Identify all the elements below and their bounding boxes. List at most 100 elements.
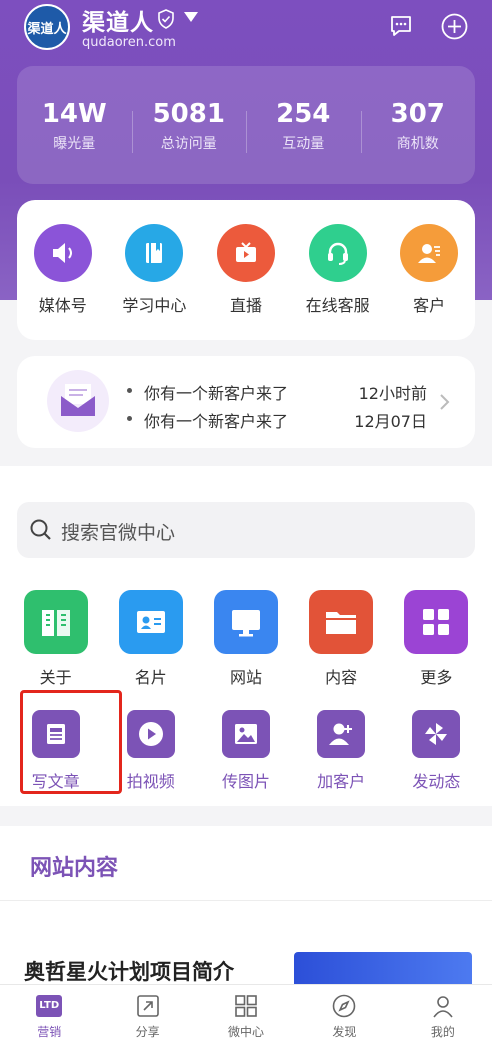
pinwheel-icon	[412, 710, 461, 758]
compass-icon	[333, 994, 356, 1018]
tools-section: 搜索官微中心 关于 名片 网站 内容 更多 写文章 拍视频 传图片 加客户 发动…	[0, 466, 492, 806]
stat-visits[interactable]: 5081 总访问量	[131, 97, 247, 153]
stat-label: 商机数	[396, 136, 439, 152]
article-title[interactable]: 奥哲星火计划项目简介	[24, 956, 234, 986]
tab-label: 分享	[135, 1025, 160, 1039]
folder-icon	[309, 590, 374, 654]
tool-add-customer[interactable]: 加客户	[298, 698, 384, 792]
notice-row: 你有一个新客户来了 12小时前	[127, 380, 427, 404]
mail-icon	[47, 370, 109, 432]
bullet-icon	[127, 388, 132, 393]
customer-icon	[400, 224, 459, 282]
share-icon	[136, 995, 159, 1017]
notice-row: 你有一个新客户来了 12月07日	[127, 408, 427, 432]
quick-label: 客户	[413, 296, 446, 315]
ltd-badge: LTD	[36, 995, 63, 1017]
play-icon	[126, 710, 175, 758]
app-more[interactable]: 更多	[393, 590, 479, 688]
section-title: 网站内容	[30, 856, 119, 881]
tab-label: 微中心	[228, 1025, 265, 1039]
image-icon	[221, 710, 270, 758]
bottom-tab-bar: LTD 营销 分享 微中心 发现 我的	[0, 984, 492, 1044]
stat-label: 总访问量	[160, 136, 217, 152]
search-icon	[30, 519, 51, 540]
app-about[interactable]: 关于	[13, 590, 99, 688]
app-label: 网站	[229, 668, 262, 687]
tab-label: 我的	[430, 1025, 455, 1039]
quick-label: 媒体号	[38, 296, 87, 315]
avatar-text: 渠道人	[27, 21, 67, 37]
app-grid: 关于 名片 网站 内容 更多	[0, 590, 492, 688]
quick-item-customer[interactable]: 客户	[386, 224, 472, 340]
brand-name[interactable]: 渠道人	[82, 3, 154, 37]
ltd-icon: LTD	[36, 993, 63, 1019]
dropdown-triangle-icon[interactable]	[184, 12, 198, 22]
notification-card[interactable]: 你有一个新客户来了 12小时前 你有一个新客户来了 12月07日	[17, 356, 475, 448]
grid-icon	[404, 590, 469, 654]
quick-label: 学习中心	[122, 296, 187, 315]
tab-marketing[interactable]: LTD 营销	[0, 985, 98, 1044]
tab-label: 营销	[37, 1025, 62, 1039]
monitor-icon	[213, 590, 278, 654]
quick-menu-card: 媒体号 学习中心 直播 在线客服 客户	[17, 200, 475, 340]
app-label: 内容	[325, 668, 358, 687]
tv-icon	[216, 224, 275, 282]
stats-panel: 14W 曝光量 5081 总访问量 254 互动量 307 商机数	[17, 66, 475, 184]
notice-time: 12月07日	[354, 412, 427, 431]
tab-micro-center[interactable]: 微中心	[197, 985, 295, 1044]
article-thumbnail[interactable]	[294, 952, 472, 986]
tab-profile[interactable]: 我的	[394, 985, 492, 1044]
card-icon	[118, 590, 183, 654]
stat-value: 254	[276, 99, 331, 129]
tab-label: 发现	[332, 1025, 357, 1039]
stat-value: 307	[390, 99, 445, 129]
website-content-section: 网站内容 奥哲星火计划项目简介	[0, 826, 492, 986]
tool-post-update[interactable]: 发动态	[393, 698, 479, 792]
notice-text: 你有一个新客户来了	[144, 412, 289, 431]
stat-exposure[interactable]: 14W 曝光量	[17, 97, 132, 153]
bullet-icon	[127, 416, 132, 421]
app-card[interactable]: 名片	[108, 590, 194, 688]
stat-interactions[interactable]: 254 互动量	[246, 97, 361, 153]
app-content[interactable]: 内容	[298, 590, 384, 688]
app-label: 更多	[420, 668, 453, 687]
book-icon	[125, 224, 184, 282]
stat-label: 互动量	[282, 136, 325, 152]
tool-label: 发动态	[412, 772, 461, 791]
speaker-icon	[33, 224, 92, 282]
app-label: 名片	[134, 668, 167, 687]
brand-domain: qudaoren.com	[82, 35, 176, 50]
quick-item-live[interactable]: 直播	[203, 224, 289, 340]
verified-shield-icon	[158, 9, 174, 29]
quick-label: 在线客服	[305, 296, 370, 315]
quick-label: 直播	[229, 296, 262, 315]
tool-upload-image[interactable]: 传图片	[203, 698, 289, 792]
search-placeholder: 搜索官微中心	[61, 522, 176, 544]
notice-time: 12小时前	[358, 384, 427, 403]
headset-icon	[308, 224, 367, 282]
add-user-icon	[317, 710, 366, 758]
app-website[interactable]: 网站	[203, 590, 289, 688]
user-icon	[433, 996, 453, 1018]
avatar[interactable]: 渠道人	[24, 4, 70, 50]
stat-value: 5081	[152, 99, 225, 129]
highlight-box	[20, 690, 122, 794]
message-icon[interactable]	[389, 14, 413, 38]
stat-value: 14W	[41, 99, 107, 129]
add-circle-icon[interactable]	[441, 13, 468, 40]
tool-label: 加客户	[317, 772, 366, 791]
app-label: 关于	[39, 668, 72, 687]
grid-icon	[235, 995, 257, 1017]
tab-discover[interactable]: 发现	[295, 985, 393, 1044]
search-bar[interactable]: 搜索官微中心	[17, 502, 475, 558]
building-icon	[23, 590, 88, 654]
stat-leads[interactable]: 307 商机数	[360, 97, 476, 153]
tool-label: 传图片	[221, 772, 270, 791]
divider	[0, 900, 492, 901]
quick-item-media[interactable]: 媒体号	[20, 224, 106, 340]
tab-share[interactable]: 分享	[98, 985, 196, 1044]
notice-text: 你有一个新客户来了	[144, 384, 289, 403]
quick-item-service[interactable]: 在线客服	[295, 224, 381, 340]
quick-item-learning[interactable]: 学习中心	[111, 224, 197, 340]
chevron-right-icon[interactable]	[437, 392, 451, 412]
